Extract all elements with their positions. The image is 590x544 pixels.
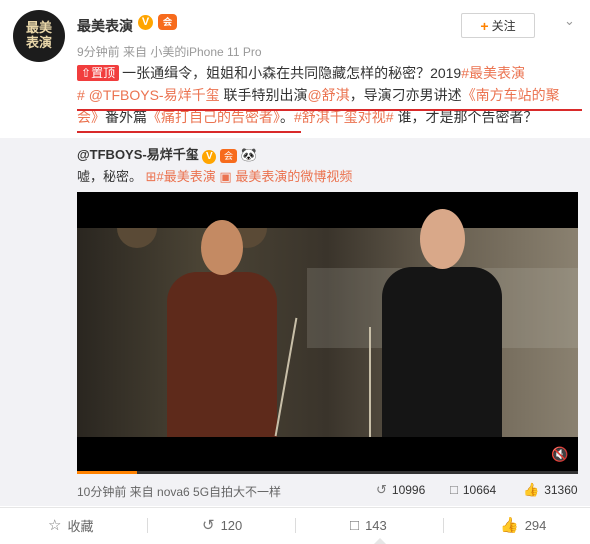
favorite-button[interactable]: ☆ 收藏 bbox=[48, 514, 93, 536]
mention-link[interactable]: @舒淇 bbox=[307, 87, 349, 103]
repost-count-value: 10996 bbox=[391, 483, 426, 497]
thumbs-up-icon: 👍 bbox=[500, 517, 519, 534]
pin-icon: ⇧ bbox=[81, 66, 92, 80]
pin-badge: ⇧置顶 bbox=[77, 65, 120, 81]
action-separator bbox=[443, 518, 444, 533]
action-separator bbox=[295, 518, 296, 533]
avatar[interactable]: 最美 表演 bbox=[13, 10, 65, 62]
repost-text: @TFBOYS-易烊千玺 V 会 🐼 嘘，秘密。 ⊞#最美表演 ▣ 最美表演的微… bbox=[77, 144, 577, 188]
post-text-part: 。 bbox=[280, 109, 294, 125]
repost-count[interactable]: ↺ 10996 bbox=[376, 482, 425, 498]
panda-icon: 🐼 bbox=[240, 147, 257, 162]
like-count-value: 31360 bbox=[544, 483, 578, 497]
action-separator bbox=[147, 518, 148, 533]
hashtag-icon: ⊞ bbox=[145, 169, 157, 184]
repost-icon: ↺ bbox=[202, 517, 215, 534]
repost-meta: 10分钟前 来自 nova6 5G自拍大不一样 bbox=[77, 485, 282, 499]
plus-icon: + bbox=[480, 17, 489, 34]
mute-icon[interactable]: 🔇 bbox=[551, 446, 568, 462]
repost-button[interactable]: ↺ 120 bbox=[202, 514, 242, 536]
video-progress-fill bbox=[77, 471, 138, 474]
hashtag-link[interactable]: # bbox=[77, 87, 89, 103]
comment-count[interactable]: □ 10664 bbox=[450, 482, 496, 497]
actor-figure-left bbox=[167, 220, 277, 437]
comment-count-value: 10664 bbox=[462, 482, 497, 497]
avatar-text-1: 最美 bbox=[25, 21, 52, 36]
comment-icon: □ bbox=[450, 482, 458, 497]
follow-label: 关注 bbox=[491, 19, 516, 33]
pin-label: 置顶 bbox=[91, 66, 116, 80]
post-text-part: ，导演刁亦男讲述 bbox=[349, 87, 462, 103]
chevron-down-icon[interactable]: ⌄ bbox=[564, 13, 578, 28]
lamp-decoration bbox=[117, 228, 157, 248]
follow-button[interactable]: + 关注 bbox=[461, 13, 535, 38]
favorite-label: 收藏 bbox=[67, 518, 94, 534]
avatar-text-2: 表演 bbox=[25, 36, 52, 51]
post-text-part: 联手特别出演 bbox=[219, 87, 308, 103]
title-link[interactable]: 《痛打自己的告密者》 bbox=[147, 109, 280, 125]
repost-username[interactable]: @TFBOYS-易烊千玺 bbox=[77, 147, 199, 162]
like-count[interactable]: 👍 31360 bbox=[523, 482, 578, 498]
post-text-part: 一张通缉令，姐姐和小森在共同隐藏怎样的秘密？2019 bbox=[122, 65, 462, 81]
hashtag-link[interactable]: ⊞#最美表演 bbox=[146, 169, 216, 184]
username[interactable]: 最美表演 bbox=[77, 16, 133, 36]
red-underline bbox=[77, 109, 582, 111]
repost-label: 120 bbox=[220, 517, 243, 533]
comment-caret bbox=[374, 538, 386, 544]
star-icon: ☆ bbox=[48, 517, 62, 534]
vip-icon: 会 bbox=[219, 149, 237, 163]
video-frame bbox=[77, 209, 578, 437]
actor-figure-right bbox=[382, 209, 502, 437]
hashtag-link[interactable]: #舒淇千玺对视# bbox=[294, 109, 394, 125]
cue-stick bbox=[369, 327, 371, 437]
thumbs-up-icon: 👍 bbox=[523, 482, 540, 497]
verified-icon: V bbox=[202, 150, 217, 164]
repost-icon: ↺ bbox=[376, 482, 387, 497]
post-meta: 9分钟前 来自 小美的iPhone 11 Pro bbox=[77, 45, 262, 59]
post-text-part: 谁，才是那个告密者？ bbox=[393, 109, 538, 125]
comment-icon: □ bbox=[350, 516, 360, 534]
verified-icon: V bbox=[138, 15, 153, 30]
video-progress-track[interactable] bbox=[77, 471, 578, 474]
vip-icon: 会 bbox=[158, 14, 177, 30]
hashtag-label: #最美表演 bbox=[156, 169, 216, 184]
video-link[interactable]: ▣ 最美表演的微博视频 bbox=[219, 169, 352, 184]
post-text-part: 番外篇 bbox=[105, 109, 147, 125]
post-text: ⇧置顶 一张通缉令，姐姐和小森在共同隐藏怎样的秘密？2019#最美表演 # @T… bbox=[77, 62, 580, 128]
video-player[interactable]: 🔇 bbox=[77, 192, 578, 474]
like-button[interactable]: 👍 294 bbox=[500, 514, 546, 536]
mention-link[interactable]: @TFBOYS-易烊千玺 bbox=[89, 87, 220, 103]
comment-label: 143 bbox=[365, 517, 387, 533]
cue-stick bbox=[274, 317, 298, 437]
video-link-label: 最美表演的微博视频 bbox=[235, 169, 353, 184]
red-underline bbox=[77, 131, 301, 133]
repost-body: 嘘，秘密。 bbox=[77, 169, 143, 184]
comment-button[interactable]: □ 143 bbox=[350, 514, 387, 536]
like-label: 294 bbox=[524, 517, 547, 533]
hashtag-link[interactable]: #最美表演 bbox=[461, 65, 525, 81]
video-icon: ▣ bbox=[219, 169, 232, 184]
divider bbox=[0, 507, 590, 508]
